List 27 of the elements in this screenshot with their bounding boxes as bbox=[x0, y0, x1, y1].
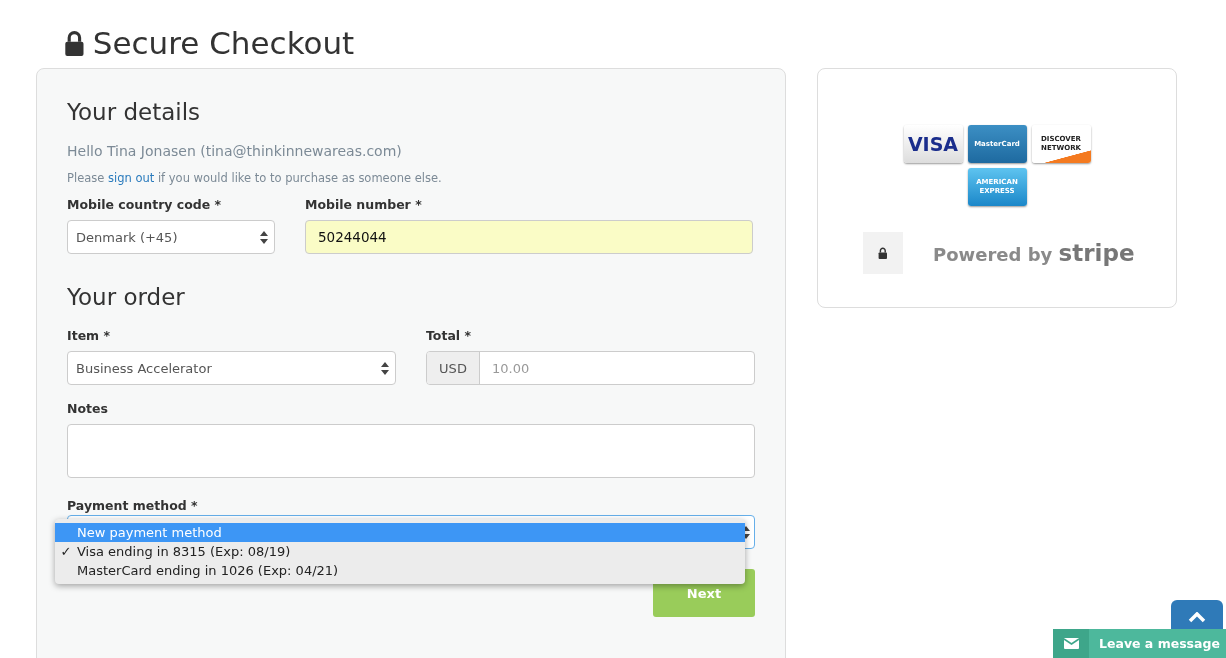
notes-field[interactable] bbox=[67, 424, 755, 478]
envelope-icon bbox=[1063, 638, 1079, 649]
page-title: Secure Checkout bbox=[92, 25, 355, 61]
powered-by-stripe: Powered by stripe bbox=[933, 240, 1135, 266]
field-label: Notes bbox=[67, 401, 109, 416]
greeting-text: Hello Tina Jonasen (tina@thinkinnewareas.com) bbox=[67, 143, 403, 159]
sign-out-text: Please sign out if you would like to to purchase as someone else. bbox=[67, 171, 443, 185]
select-arrows-icon bbox=[260, 230, 268, 244]
dropdown-option[interactable]: ✓ Visa ending in 8315 (Exp: 08/19) bbox=[55, 542, 745, 561]
chevron-up-icon bbox=[1188, 612, 1206, 623]
total-field[interactable]: USD 10.00 bbox=[426, 351, 755, 385]
mobile-number-field[interactable]: 50244044 bbox=[305, 220, 753, 254]
section-heading: Your details bbox=[67, 99, 202, 125]
country-code-select[interactable]: Denmark (+45) bbox=[67, 220, 275, 254]
field-label: Payment method * bbox=[67, 498, 199, 513]
sign-out-link[interactable]: sign out bbox=[108, 171, 155, 185]
scroll-up-button[interactable] bbox=[1171, 600, 1223, 629]
field-label: Mobile number * bbox=[305, 197, 423, 212]
field-label: Item * bbox=[67, 328, 112, 343]
lock-icon bbox=[64, 30, 85, 56]
select-arrows-icon bbox=[381, 361, 389, 375]
field-label: Mobile country code * bbox=[67, 197, 223, 212]
section-heading: Your order bbox=[67, 284, 186, 310]
field-label: Total * bbox=[426, 328, 473, 343]
card-logo: VISA bbox=[903, 125, 963, 163]
lock-icon bbox=[878, 247, 888, 259]
item-select[interactable]: Business Accelerator bbox=[67, 351, 396, 385]
